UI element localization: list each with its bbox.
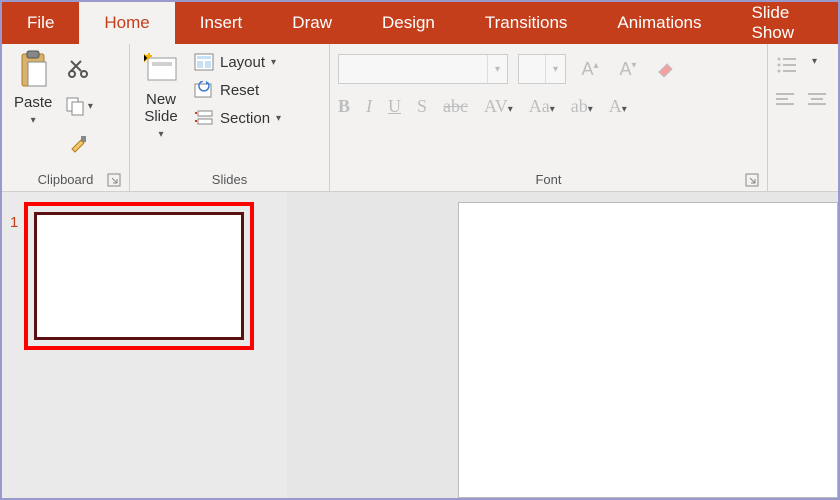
bold-button[interactable]: B <box>338 96 350 117</box>
dialog-launcher-icon[interactable] <box>107 173 121 187</box>
section-button[interactable]: Section ▾ <box>190 106 285 130</box>
tab-slideshow[interactable]: Slide Show <box>727 2 838 44</box>
font-size-combo[interactable]: ▾ <box>518 54 566 84</box>
highlight-button[interactable]: ab▾ <box>571 96 593 117</box>
section-icon <box>194 109 214 127</box>
group-label-slides: Slides <box>212 172 247 187</box>
chevron-down-icon: ▾ <box>487 55 507 83</box>
ribbon-tabs: File Home Insert Draw Design Transitions… <box>2 2 838 44</box>
decrease-font-button[interactable]: A▾ <box>614 56 642 82</box>
copy-button[interactable]: ▾ <box>64 92 92 120</box>
dialog-launcher-icon[interactable] <box>745 173 759 187</box>
font-color-button[interactable]: A▾ <box>609 96 627 117</box>
tab-draw[interactable]: Draw <box>267 2 357 44</box>
chevron-down-icon: ▾ <box>88 101 93 112</box>
group-label-font: Font <box>535 172 561 187</box>
bullets-button[interactable] <box>776 56 798 74</box>
scissors-icon <box>67 57 89 79</box>
chevron-down-icon: ▾ <box>158 129 163 140</box>
new-slide-button[interactable]: NewSlide ▾ <box>138 48 184 142</box>
new-slide-icon <box>142 50 180 88</box>
change-case-button[interactable]: Aa▾ <box>529 96 555 117</box>
workspace: 1 <box>2 192 838 498</box>
italic-button[interactable]: I <box>366 96 372 117</box>
paintbrush-icon <box>67 133 89 155</box>
layout-button[interactable]: Layout ▾ <box>190 50 285 74</box>
format-painter-button[interactable] <box>64 130 92 158</box>
cut-button[interactable] <box>64 54 92 82</box>
chevron-down-icon: ▾ <box>271 57 276 68</box>
group-paragraph: ▾ <box>768 44 838 191</box>
slide-canvas[interactable] <box>458 202 838 498</box>
eraser-icon <box>656 60 676 78</box>
new-slide-label: NewSlide <box>144 92 177 125</box>
chevron-down-icon: ▾ <box>31 115 36 126</box>
reset-button[interactable]: Reset <box>190 78 285 102</box>
decrease-font-icon: A▾ <box>619 59 636 80</box>
group-slides: NewSlide ▾ Layout ▾ Reset <box>130 44 330 191</box>
slide-thumbnail-1[interactable] <box>34 212 244 340</box>
chevron-down-icon: ▾ <box>276 113 281 124</box>
group-font: ▾ ▾ A▴ A▾ B I U S abc <box>330 44 768 191</box>
chevron-down-icon: ▾ <box>812 56 817 74</box>
slide-thumbnails-panel: 1 <box>2 192 287 498</box>
slide-number: 1 <box>10 202 18 350</box>
tab-transitions[interactable]: Transitions <box>460 2 593 44</box>
strikethrough-button[interactable]: abc <box>443 96 468 117</box>
char-spacing-button[interactable]: AV▾ <box>484 96 513 117</box>
increase-font-icon: A▴ <box>581 59 598 80</box>
tab-animations[interactable]: Animations <box>592 2 726 44</box>
increase-font-button[interactable]: A▴ <box>576 56 604 82</box>
chevron-down-icon: ▾ <box>545 55 565 83</box>
layout-label: Layout <box>220 54 265 71</box>
tab-file[interactable]: File <box>2 2 79 44</box>
copy-icon <box>64 95 86 117</box>
ribbon: Paste ▾ ▾ <box>2 44 838 192</box>
section-label: Section <box>220 110 270 127</box>
shadow-button[interactable]: S <box>417 96 427 117</box>
group-clipboard: Paste ▾ ▾ <box>2 44 130 191</box>
align-left-button[interactable] <box>776 92 794 108</box>
paste-label: Paste <box>14 94 52 111</box>
clipboard-icon <box>16 50 50 90</box>
annotation-highlight <box>24 202 254 350</box>
align-center-button[interactable] <box>808 92 826 108</box>
tab-home[interactable]: Home <box>79 2 174 44</box>
tab-design[interactable]: Design <box>357 2 460 44</box>
underline-button[interactable]: U <box>388 96 401 117</box>
reset-icon <box>194 81 214 99</box>
slide-canvas-area <box>287 192 838 498</box>
font-name-combo[interactable]: ▾ <box>338 54 508 84</box>
clear-format-button[interactable] <box>652 56 680 82</box>
paste-button[interactable]: Paste ▾ <box>10 48 56 128</box>
group-label-clipboard: Clipboard <box>38 172 94 187</box>
reset-label: Reset <box>220 82 259 99</box>
tab-insert[interactable]: Insert <box>175 2 268 44</box>
layout-icon <box>194 53 214 71</box>
